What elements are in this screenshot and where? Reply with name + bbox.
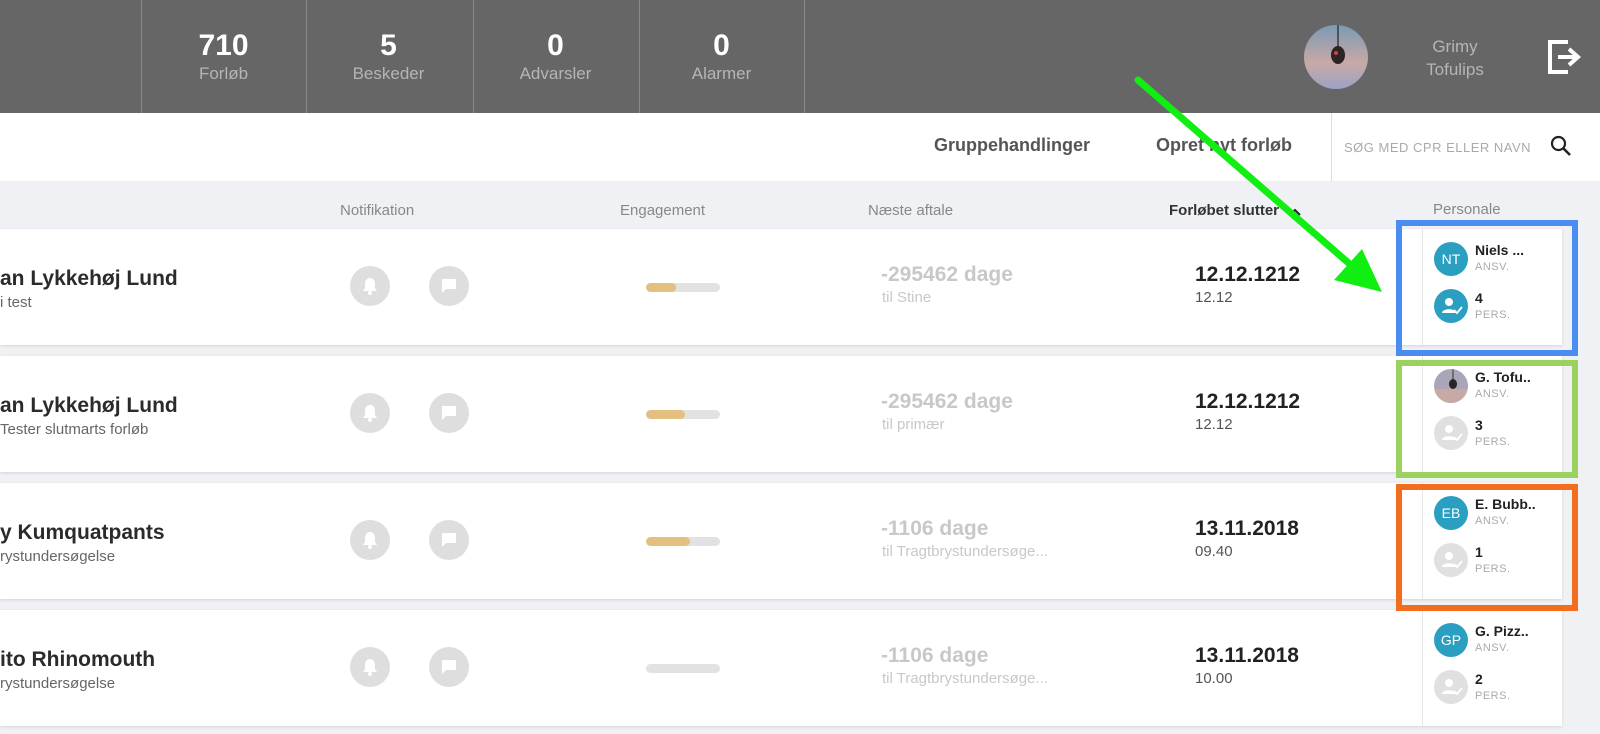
action-bar: Gruppehandlinger Opret nyt forløb	[0, 113, 1600, 181]
engagement-bar	[646, 410, 720, 419]
engagement-bar	[646, 283, 720, 292]
stat-value: 0	[547, 29, 564, 62]
user-name[interactable]: Grimy Tofulips	[1400, 35, 1510, 81]
end-time: 12.12	[1195, 289, 1233, 306]
stat-beskeder[interactable]: 5 Beskeder	[306, 0, 470, 113]
end-date: 13.11.2018	[1195, 644, 1299, 667]
table-row[interactable]: an Lykkehøj Lund Tester slutmarts forløb…	[0, 356, 1562, 472]
sort-up-icon[interactable]	[1289, 203, 1301, 220]
stat-label: Beskeder	[352, 64, 425, 83]
bell-icon[interactable]	[350, 647, 390, 687]
engagement-fill	[646, 410, 686, 419]
appointment-with: til Tragtbrystundersøge...	[882, 670, 1048, 687]
patient-name: y Kumquatpants	[0, 521, 165, 544]
create-course-button[interactable]: Opret nyt forløb	[1156, 135, 1292, 156]
staff-role: ANSV.	[1475, 642, 1510, 654]
stat-label: Alarmer	[691, 64, 752, 83]
engagement-fill	[646, 537, 691, 546]
days-until: -1106 dage	[881, 517, 989, 540]
course-name: i test	[0, 294, 32, 311]
appointment-with: til Stine	[882, 289, 932, 306]
end-date: 12.12.1212	[1195, 390, 1301, 413]
column-staff: Personale	[1433, 201, 1501, 218]
bell-icon[interactable]	[350, 266, 390, 306]
days-until: -1106 dage	[881, 644, 989, 667]
person-check-icon	[1434, 670, 1468, 704]
search-box	[1331, 113, 1600, 181]
divider	[804, 0, 805, 113]
patient-name: an Lykkehøj Lund	[0, 267, 178, 290]
column-notification: Notifikation	[340, 202, 415, 219]
table-row[interactable]: ito Rhinomouth rystundersøgelse -1106 da…	[0, 610, 1562, 726]
column-ends-label: Forløbet slutter	[1169, 202, 1280, 219]
staff-role: PERS.	[1475, 690, 1511, 702]
engagement-bar	[646, 537, 720, 546]
chat-icon[interactable]	[429, 520, 469, 560]
end-time: 10.00	[1195, 670, 1233, 687]
stat-alarmer[interactable]: 0 Alarmer	[639, 0, 803, 113]
stat-label: Advarsler	[519, 64, 592, 83]
stat-value: 5	[380, 29, 397, 62]
course-name: rystundersøgelse	[0, 548, 116, 565]
course-name: rystundersøgelse	[0, 675, 116, 692]
column-engagement: Engagement	[620, 202, 706, 219]
highlight-box-orange	[1396, 484, 1578, 611]
logout-icon[interactable]	[1546, 38, 1582, 76]
chat-icon[interactable]	[429, 266, 469, 306]
column-next-appointment: Næste aftale	[868, 202, 954, 219]
staff-name: G. Pizz..	[1475, 623, 1529, 639]
column-ends[interactable]: Forløbet slutter	[1169, 202, 1301, 220]
patient-name: ito Rhinomouth	[0, 648, 156, 671]
search-input[interactable]	[1344, 135, 1544, 159]
group-actions-button[interactable]: Gruppehandlinger	[934, 135, 1090, 156]
table-row[interactable]: y Kumquatpants rystundersøgelse -1106 da…	[0, 483, 1562, 599]
highlight-box-green	[1396, 360, 1578, 478]
course-name: Tester slutmarts forløb	[0, 421, 149, 438]
stats-bar: 710 Forløb 5 Beskeder 0 Advarsler 0 Alar…	[0, 0, 1600, 113]
staff-cell[interactable]: GP G. Pizz.. ANSV. 2 PERS.	[1422, 610, 1562, 726]
days-until: -295462 dage	[881, 390, 1013, 413]
days-until: -295462 dage	[881, 263, 1013, 286]
end-time: 12.12	[1195, 416, 1233, 433]
stat-advarsler[interactable]: 0 Advarsler	[473, 0, 637, 113]
bell-icon[interactable]	[350, 520, 390, 560]
chat-icon[interactable]	[429, 393, 469, 433]
search-icon[interactable]	[1550, 135, 1572, 157]
end-date: 12.12.1212	[1195, 263, 1301, 286]
bell-icon[interactable]	[350, 393, 390, 433]
stat-forloeb[interactable]: 710 Forløb	[141, 0, 305, 113]
staff-avatar: GP	[1434, 623, 1468, 657]
highlight-box-blue	[1396, 220, 1578, 356]
user-first-name: Grimy	[1432, 37, 1478, 56]
engagement-bar	[646, 664, 720, 673]
staff-count: 2	[1475, 671, 1483, 687]
end-date: 13.11.2018	[1195, 517, 1299, 540]
appointment-with: til primær	[882, 416, 945, 433]
stat-label: Forløb	[198, 64, 249, 83]
chat-icon[interactable]	[429, 647, 469, 687]
appointment-with: til Tragtbrystundersøge...	[882, 543, 1048, 560]
engagement-fill	[646, 283, 676, 292]
user-avatar[interactable]	[1304, 25, 1368, 89]
stat-value: 710	[198, 29, 249, 62]
table-row[interactable]: an Lykkehøj Lund i test -295462 dage til…	[0, 229, 1562, 345]
patient-name: an Lykkehøj Lund	[0, 394, 178, 417]
end-time: 09.40	[1195, 543, 1233, 560]
user-last-name: Tofulips	[1426, 60, 1484, 79]
stat-value: 0	[713, 29, 730, 62]
